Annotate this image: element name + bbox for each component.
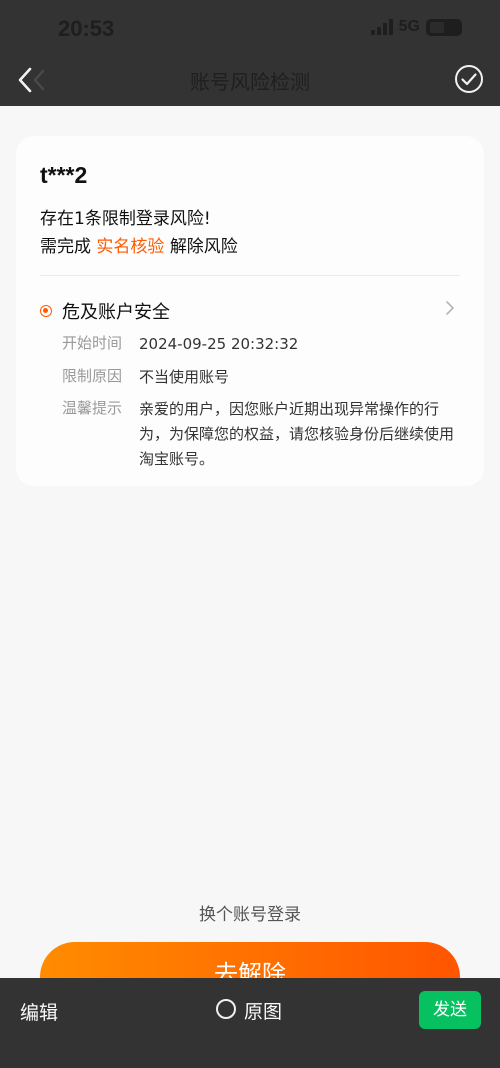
risk-item-title: 危及账户安全 — [62, 302, 170, 323]
reason-label: 限制原因 — [62, 367, 123, 385]
start-time-value: 2024-09-25 20:32:32 — [139, 335, 299, 353]
chevron-right-icon — [446, 301, 454, 315]
page-title: 账号风险检测 — [190, 70, 310, 94]
status-indicators: 5G — [370, 18, 462, 36]
risk-summary: 存在1条限制登录风险! — [40, 209, 211, 229]
switch-account-link[interactable]: 换个账号登录 — [0, 900, 500, 925]
action-hint: 需完成 实名核验 解除风险 — [40, 232, 238, 257]
action-prefix: 需完成 — [40, 237, 91, 257]
status-time: 20:53 — [58, 16, 115, 41]
page-content: t***2 存在1条限制登录风险! 需完成 实名核验 解除风险 危及账户安全 开… — [0, 106, 500, 1012]
tip-row: 温馨提示 亲爱的用户，因您账户近期出现异常操作的行为，为保障您的权益，请您核验身… — [62, 397, 460, 472]
divider — [40, 275, 460, 276]
account-username: t***2 — [40, 162, 88, 188]
edit-button[interactable]: 编辑 — [20, 998, 58, 1025]
original-image-label: 原图 — [244, 1001, 283, 1023]
radio-icon — [216, 999, 236, 1019]
signal-icon — [370, 19, 393, 35]
start-time-row: 开始时间 2024-09-25 20:32:32 — [62, 332, 460, 357]
battery-icon — [426, 18, 462, 36]
nav-header: 账号风险检测 — [0, 54, 500, 106]
check-circle-icon[interactable] — [454, 64, 484, 94]
network-type: 5G — [398, 18, 420, 35]
risk-card: t***2 存在1条限制登录风险! 需完成 实名核验 解除风险 危及账户安全 开… — [16, 136, 484, 486]
reason-value: 不当使用账号 — [139, 368, 230, 386]
real-name-verify-link[interactable]: 实名核验 — [96, 237, 164, 257]
tip-label: 温馨提示 — [62, 399, 123, 417]
risk-item-row[interactable]: 危及账户安全 — [40, 294, 460, 324]
status-bar: 20:53 5G — [0, 0, 500, 54]
send-button[interactable]: 发送 — [419, 991, 481, 1029]
reason-row: 限制原因 不当使用账号 — [62, 365, 460, 390]
preview-bottom-bar: 编辑 原图 发送 — [0, 978, 500, 1068]
start-time-label: 开始时间 — [62, 334, 123, 352]
tip-value: 亲爱的用户，因您账户近期出现异常操作的行为，为保障您的权益，请您核验身份后继续使… — [139, 400, 455, 468]
action-suffix: 解除风险 — [169, 237, 238, 257]
